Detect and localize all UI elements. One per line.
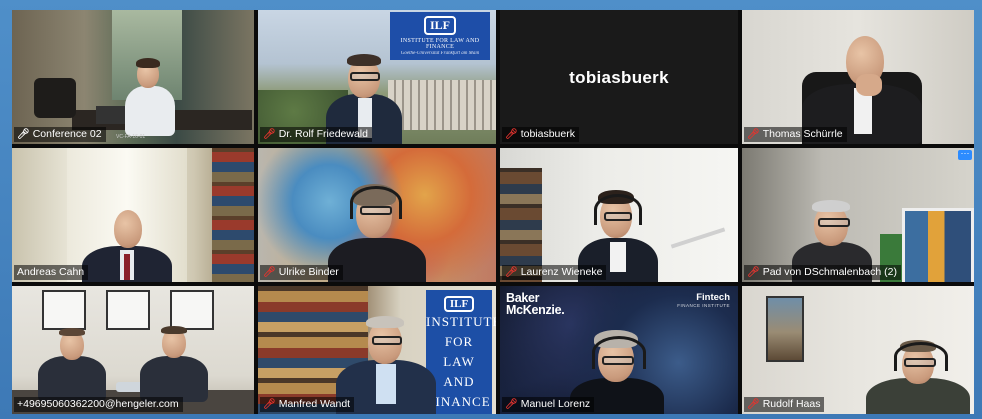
headset (594, 194, 642, 225)
ilf-logo-mark: ILF (423, 16, 456, 35)
mic-muted-icon: 🎤︎ (263, 267, 276, 278)
participant-tile[interactable]: VC-FA-16-01 🎤︎ Conference 02 (12, 10, 254, 144)
participant-name: Pad von DSchmalenbach (2) (762, 266, 897, 278)
shirt (610, 242, 626, 272)
mic-muted-icon: 🎤︎ (263, 129, 276, 140)
ilf-banner-mark: ILF (443, 296, 475, 312)
mic-muted-icon: 🎤︎ (505, 129, 518, 140)
mic-muted-icon: 🎤︎ (747, 129, 760, 140)
headset (350, 186, 402, 219)
mic-muted-icon: 🎤︎ (747, 399, 760, 410)
participant-name-tag: 🎤︎ Rudolf Haas (744, 397, 825, 412)
mic-muted-icon: 🎤︎ (263, 399, 276, 410)
wall-photo (766, 296, 804, 362)
room-plate: VC-FA-16-01 (116, 134, 146, 140)
participant-name-tag: Andreas Cahn (14, 265, 89, 280)
participant-tile[interactable]: ILF INSTITUTE FOR LAW AND FINANCE 🎤︎ Man… (258, 286, 496, 414)
video-off-name: tobiasbuerk (569, 68, 669, 87)
fintech-subtitle: FINANCE INSTITUTE (677, 303, 730, 308)
participant-name: Thomas Schürrle (762, 128, 843, 140)
participant-name-tag: 🎤︎ Manuel Lorenz (502, 397, 595, 412)
participant-name-tag: 🎤︎ Dr. Rolf Friedewald (260, 127, 372, 142)
participant-name: tobiasbuerk (520, 128, 575, 140)
chair (34, 78, 76, 118)
mic-muted-icon: 🎤︎ (505, 399, 518, 410)
participant-name: Conference 02 (32, 128, 102, 140)
shirt (376, 364, 396, 404)
gallery-view: VC-FA-16-01 🎤︎ Conference 02 ILF INSTITU… (12, 10, 974, 414)
participant-name-tag: 🎤︎ Thomas Schürrle (744, 127, 847, 142)
tie (124, 254, 130, 280)
participant-name-tag: 🎤︎ Conference 02 (14, 127, 106, 142)
participant-name-tag: +49695060362200@hengeler.com (14, 397, 183, 412)
mic-muted-icon: 🎤︎ (747, 267, 760, 278)
participant-name: Ulrike Binder (278, 266, 339, 278)
participant-name: Andreas Cahn (17, 266, 85, 278)
headset (592, 336, 646, 369)
participant-tile[interactable]: ··· 🎤︎ Pad von DSchmalenbach (2) (742, 148, 974, 282)
glasses (818, 218, 850, 227)
participant-tile[interactable]: 🎤︎ Rudolf Haas (742, 286, 974, 414)
participant-name-tag: 🎤︎ tobiasbuerk (502, 127, 579, 142)
more-options-icon[interactable]: ··· (958, 149, 972, 160)
participant-tile[interactable]: 🎤︎ Thomas Schürrle (742, 10, 974, 144)
headset (894, 342, 948, 371)
participant-name-tag: 🎤︎ Manfred Wandt (260, 397, 355, 412)
ilf-logo: ILF INSTITUTE FOR LAW AND FINANCE Goethe… (390, 12, 490, 60)
participant-tile[interactable]: tobiasbuerk 🎤︎ tobiasbuerk (500, 10, 738, 144)
participant-name: +49695060362200@hengeler.com (17, 398, 179, 410)
glasses (350, 72, 380, 81)
participant-tile[interactable]: +49695060362200@hengeler.com (12, 286, 254, 414)
mic-icon: 🎤︎ (17, 129, 30, 140)
ilf-banner-word: INSTITUTE (426, 314, 496, 329)
wall-art (170, 290, 214, 330)
participant-tile[interactable]: 🎤︎ Ulrike Binder (258, 148, 496, 282)
ilf-banner-word: LAW (443, 354, 475, 369)
bookshelf (212, 148, 254, 282)
hand (856, 74, 882, 96)
participant-name-tag: 🎤︎ Pad von DSchmalenbach (2) (744, 265, 901, 280)
mic-muted-icon: 🎤︎ (505, 267, 518, 278)
participant-name-tag: 🎤︎ Laurenz Wieneke (502, 265, 607, 280)
ilf-logo-subtitle: Goethe-Universität Frankfurt am Main (400, 51, 480, 56)
participant-name: Dr. Rolf Friedewald (278, 128, 368, 140)
participant-tile[interactable]: 🎤︎ Laurenz Wieneke (500, 148, 738, 282)
baker-mckenzie-logo: Baker McKenzie. (506, 292, 565, 317)
participant-name: Rudolf Haas (762, 398, 821, 410)
ilf-banner-word: FOR (444, 334, 474, 349)
fintech-title: Fintech (696, 292, 730, 303)
participant-name-tag: 🎤︎ Ulrike Binder (260, 265, 343, 280)
building (388, 80, 496, 130)
wall-art (42, 290, 86, 330)
participant-tile[interactable]: ILF INSTITUTE FOR LAW AND FINANCE Goethe… (258, 10, 496, 144)
ilf-logo-title: INSTITUTE FOR LAW AND FINANCE (400, 38, 480, 50)
glasses (372, 336, 402, 345)
participant-name: Manfred Wandt (278, 398, 351, 410)
baker-mckenzie-line2: McKenzie. (506, 303, 565, 317)
participant-tile[interactable]: Baker McKenzie. Fintech FINANCE INSTITUT… (500, 286, 738, 414)
fintech-logo: Fintech FINANCE INSTITUTE (677, 292, 730, 308)
wall-painting (902, 208, 974, 282)
participant-name: Manuel Lorenz (520, 398, 591, 410)
participant-name: Laurenz Wieneke (520, 266, 603, 278)
wall-art (106, 290, 150, 330)
laptop (96, 106, 128, 124)
participant-tile-active-speaker[interactable]: Andreas Cahn (12, 148, 254, 282)
